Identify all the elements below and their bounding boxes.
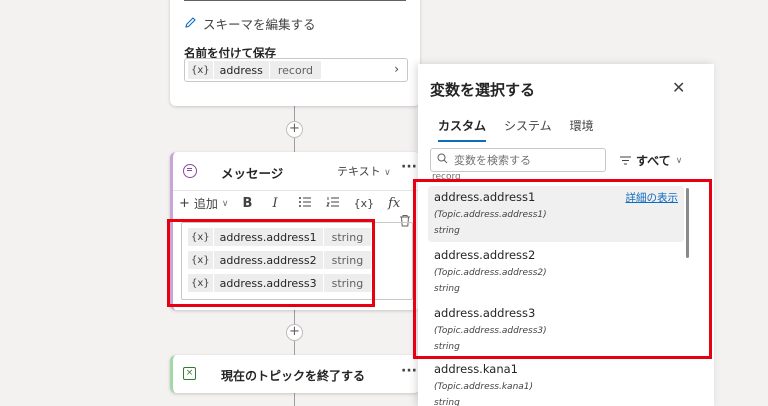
variable-icon: {x} xyxy=(191,64,210,76)
bold-button[interactable]: B xyxy=(243,196,253,211)
edit-schema-label: スキーマを編集する xyxy=(203,17,316,32)
message-toolbar: + 追加 ∨ B I {x} fx xyxy=(173,190,420,216)
bullet-list-icon[interactable] xyxy=(298,196,312,212)
close-icon[interactable]: ✕ xyxy=(672,78,685,97)
variable-tabs: カスタム システム 環境 xyxy=(438,117,594,142)
message-icon xyxy=(183,164,197,178)
tab-environment[interactable]: 環境 xyxy=(570,117,594,142)
insert-variable-button[interactable]: {x} xyxy=(354,197,375,210)
add-node-button[interactable]: + xyxy=(286,324,303,341)
filter-dropdown[interactable]: すべて ∨ xyxy=(620,152,682,169)
numbered-list-icon[interactable] xyxy=(325,196,340,212)
end-topic-icon: × xyxy=(183,367,196,380)
add-node-button[interactable]: + xyxy=(286,121,303,138)
highlight-box xyxy=(167,219,375,307)
message-title: メッセージ xyxy=(221,166,284,181)
variable-path: (Topic.address.kana1) xyxy=(434,382,534,392)
chevron-down-icon: ∨ xyxy=(221,198,229,209)
pencil-icon xyxy=(184,16,197,32)
highlight-box xyxy=(413,179,712,359)
add-label: 追加 xyxy=(193,197,218,211)
tab-custom[interactable]: カスタム xyxy=(438,117,487,142)
filter-label: すべて xyxy=(636,154,671,168)
variable-name: address.kana1 xyxy=(434,362,518,376)
edit-schema-link[interactable]: スキーマを編集する xyxy=(184,14,316,33)
flow-connector xyxy=(294,393,295,406)
filter-icon xyxy=(620,154,631,168)
search-placeholder: 変数を検索する xyxy=(454,154,531,167)
divider xyxy=(184,0,406,1)
more-options-button[interactable]: ··· xyxy=(401,159,417,175)
variable-chip: {x} address record xyxy=(188,61,322,79)
more-options-button[interactable]: ··· xyxy=(401,363,417,379)
message-type-label: テキスト xyxy=(337,165,381,178)
plus-icon: + xyxy=(179,196,190,211)
tab-system[interactable]: システム xyxy=(504,117,552,142)
panel-title: 変数を選択する xyxy=(430,81,536,99)
variable-type: record xyxy=(277,63,314,77)
save-as-variable-selector[interactable]: {x} address record › xyxy=(184,58,408,82)
end-topic-card[interactable]: × 現在のトピックを終了する ··· xyxy=(170,355,420,393)
variable-name: address xyxy=(219,63,263,77)
parse-value-card: スキーマを編集する 名前を付けて保存 {x} address record › xyxy=(170,0,420,106)
chevron-down-icon: ∨ xyxy=(384,168,391,178)
formula-button[interactable]: fx xyxy=(388,196,400,211)
variable-search-input[interactable]: 変数を検索する xyxy=(430,148,606,172)
add-button[interactable]: + 追加 ∨ xyxy=(179,195,229,212)
italic-button[interactable]: I xyxy=(272,196,277,211)
chevron-right-icon: › xyxy=(394,62,399,76)
variable-list-item[interactable]: address.kana1 (Topic.address.kana1) stri… xyxy=(428,358,684,406)
variable-type: string xyxy=(434,398,460,406)
end-topic-title: 現在のトピックを終了する xyxy=(221,369,366,383)
chevron-down-icon: ∨ xyxy=(675,155,683,166)
message-type-dropdown[interactable]: テキスト ∨ xyxy=(337,163,391,179)
search-icon xyxy=(437,153,448,167)
